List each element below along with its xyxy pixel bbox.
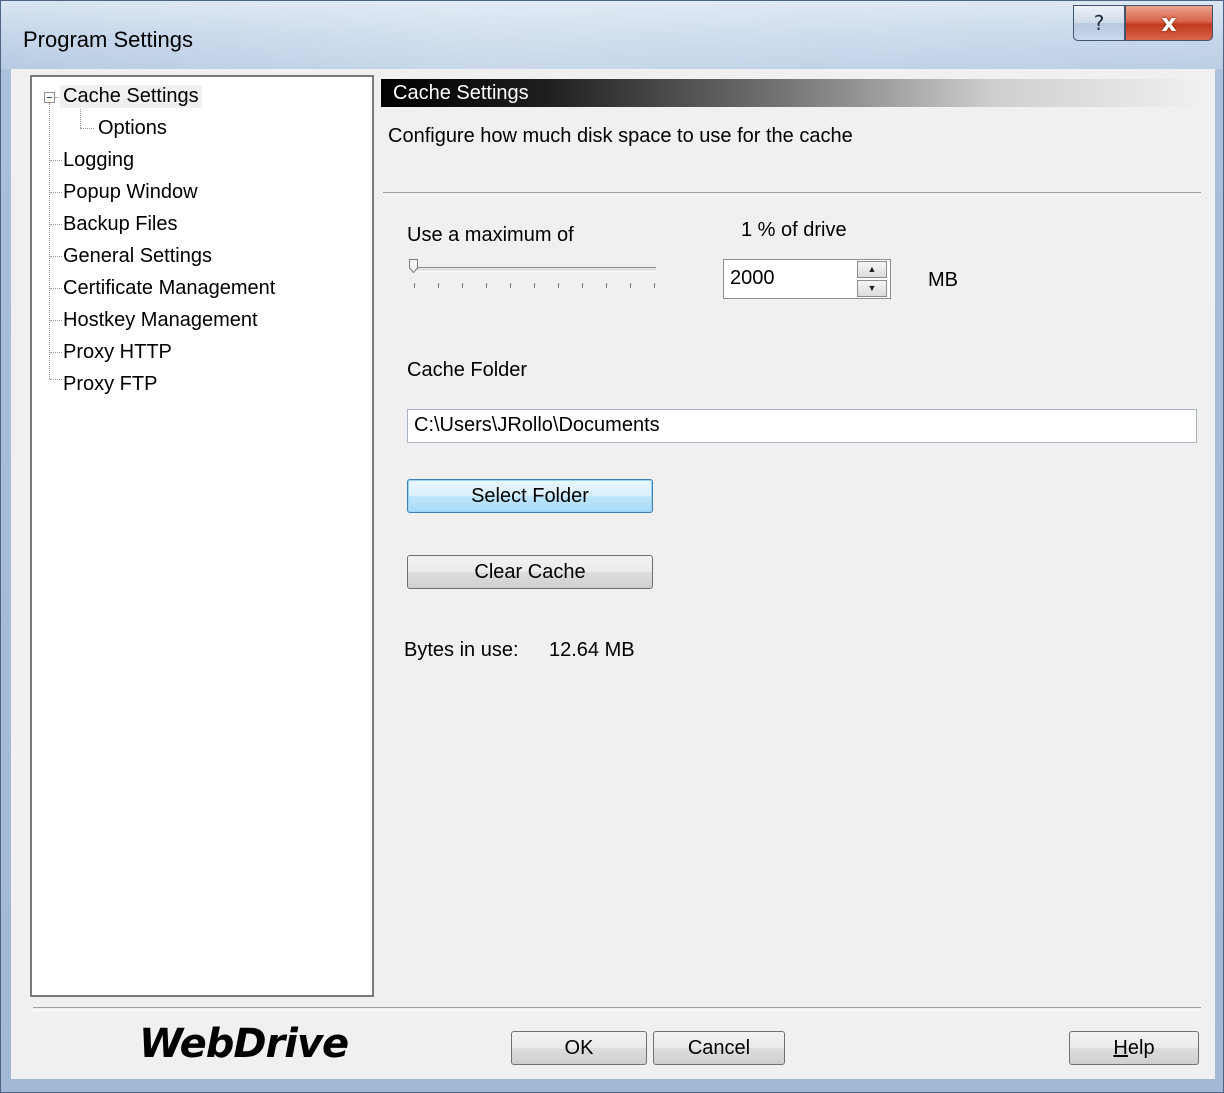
close-button[interactable]: x xyxy=(1125,5,1213,41)
tree-item-proxy-ftp[interactable]: Proxy FTP xyxy=(60,373,160,396)
tree-item-cache-settings[interactable]: Cache Settings xyxy=(60,85,202,108)
slider-tick xyxy=(558,283,559,288)
tree-item-general-settings[interactable]: General Settings xyxy=(60,245,215,268)
slider-tick xyxy=(534,283,535,288)
footer-divider xyxy=(33,1007,1201,1011)
percent-of-drive-label: 1 % of drive xyxy=(741,219,847,241)
size-unit-label: MB xyxy=(928,269,958,291)
cache-folder-label: Cache Folder xyxy=(407,359,528,381)
select-folder-label: Select Folder xyxy=(471,484,589,507)
ok-button[interactable]: OK xyxy=(511,1031,647,1065)
slider-tick xyxy=(654,283,655,288)
collapse-toggle-icon[interactable] xyxy=(44,92,55,103)
cache-folder-field[interactable]: C:\Users\JRollo\Documents xyxy=(407,409,1197,443)
window-title: Program Settings xyxy=(23,27,193,52)
title-bar[interactable]: Program Settings ? x xyxy=(1,1,1223,69)
slider-thumb-icon[interactable] xyxy=(409,259,418,273)
slider-tick xyxy=(606,283,607,288)
help-caption-button[interactable]: ? xyxy=(1073,5,1125,41)
section-description: Configure how much disk space to use for… xyxy=(388,125,853,147)
tree-item-proxy-http[interactable]: Proxy HTTP xyxy=(60,341,175,364)
tree-item-options[interactable]: Options xyxy=(95,117,170,140)
ok-label: OK xyxy=(564,1036,594,1059)
question-mark-icon: ? xyxy=(1093,11,1105,35)
cache-size-slider-track[interactable] xyxy=(411,267,656,272)
slider-tick xyxy=(438,283,439,288)
spin-up-icon[interactable]: ▲ xyxy=(857,261,887,278)
tree-connector xyxy=(49,103,50,379)
help-label: Help xyxy=(1113,1036,1155,1059)
tree-connector xyxy=(80,128,94,129)
tree-item-backup-files[interactable]: Backup Files xyxy=(60,213,181,236)
dialog-client-area: Cache Settings Options Logging Popup Win… xyxy=(11,69,1215,1079)
bytes-in-use-value: 12.64 MB xyxy=(549,639,635,661)
close-icon: x xyxy=(1161,9,1177,37)
cache-size-stepper[interactable]: ▲ ▼ xyxy=(857,261,887,297)
slider-tick xyxy=(414,283,415,288)
tree-connector xyxy=(80,109,81,128)
tree-item-logging[interactable]: Logging xyxy=(60,149,137,172)
settings-tree[interactable]: Cache Settings Options Logging Popup Win… xyxy=(30,75,374,997)
slider-tick xyxy=(582,283,583,288)
slider-tick xyxy=(630,283,631,288)
cancel-label: Cancel xyxy=(687,1036,751,1059)
max-label: Use a maximum of xyxy=(407,224,574,246)
spin-down-icon[interactable]: ▼ xyxy=(857,280,887,297)
cancel-button[interactable]: Cancel xyxy=(653,1031,785,1065)
header-divider xyxy=(383,192,1201,196)
program-settings-window: Program Settings ? x Cache Settings Opti… xyxy=(0,0,1224,1093)
slider-tick xyxy=(486,283,487,288)
clear-cache-button[interactable]: Clear Cache xyxy=(407,555,653,589)
select-folder-button[interactable]: Select Folder xyxy=(407,479,653,513)
webdrive-logo: WebDrive xyxy=(139,1021,349,1067)
clear-cache-label: Clear Cache xyxy=(474,560,586,583)
slider-tick xyxy=(510,283,511,288)
section-header: Cache Settings xyxy=(381,79,1201,107)
tree-item-certificate-management[interactable]: Certificate Management xyxy=(60,277,278,300)
tree-item-popup-window[interactable]: Popup Window xyxy=(60,181,201,204)
tree-item-hostkey-management[interactable]: Hostkey Management xyxy=(60,309,261,332)
slider-tick xyxy=(462,283,463,288)
bytes-in-use-label: Bytes in use: xyxy=(404,639,519,661)
help-button[interactable]: Help xyxy=(1069,1031,1199,1065)
